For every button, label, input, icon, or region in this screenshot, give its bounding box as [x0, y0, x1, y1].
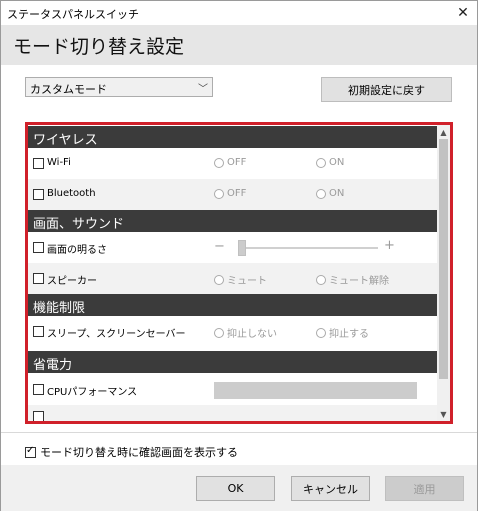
- speaker-mute-label: ミュート: [227, 276, 267, 287]
- settings-panel: ワイヤレス Wi-Fi OFF ON Bluetooth OFF ON 画面、サ…: [25, 122, 453, 424]
- slider-track: [238, 247, 378, 249]
- row-cpu: CPUパフォーマンス: [28, 374, 437, 405]
- row-speaker: スピーカー ミュート ミュート解除: [28, 263, 437, 294]
- sleep-suppress-radio[interactable]: 抑止する: [316, 325, 369, 340]
- slider-thumb[interactable]: [238, 240, 246, 256]
- scroll-down-icon[interactable]: ▼: [437, 407, 450, 421]
- brightness-label: 画面の明るさ: [47, 245, 107, 256]
- section-wireless: ワイヤレス: [28, 126, 437, 148]
- section-restriction: 機能制限: [28, 294, 437, 316]
- row-brightness: 画面の明るさ − +: [28, 232, 437, 263]
- radio-circle-icon: [316, 327, 326, 338]
- divider: [1, 432, 477, 433]
- page-header: モード切り替え設定: [1, 25, 477, 65]
- footer: OK キャンセル 適用: [1, 465, 477, 511]
- settings-window: ステータスパネルスイッチ ✕ モード切り替え設定 カスタムモード ﹀ 初期設定に…: [0, 0, 478, 511]
- chevron-down-icon: ﹀: [198, 84, 208, 95]
- window-title: ステータスパネルスイッチ: [7, 8, 139, 21]
- wifi-off-label: OFF: [227, 157, 247, 168]
- bluetooth-off-radio[interactable]: OFF: [214, 188, 246, 199]
- scroll-thumb[interactable]: [439, 139, 448, 379]
- sleep-label: スリープ、スクリーンセーバー: [47, 329, 186, 340]
- speaker-unmute-radio[interactable]: ミュート解除: [316, 272, 389, 287]
- wifi-off-radio[interactable]: OFF: [214, 157, 246, 168]
- ok-button[interactable]: OK: [196, 476, 275, 501]
- vertical-scrollbar[interactable]: ▲ ▼: [437, 125, 450, 421]
- speaker-label: スピーカー: [47, 276, 97, 287]
- partial-checkbox[interactable]: [33, 411, 44, 421]
- settings-list: ワイヤレス Wi-Fi OFF ON Bluetooth OFF ON 画面、サ…: [28, 125, 437, 421]
- row-sleep: スリープ、スクリーンセーバー 抑止しない 抑止する: [28, 316, 437, 347]
- sleep-suppress-label: 抑止する: [329, 329, 369, 340]
- wifi-label: Wi-Fi: [47, 157, 71, 168]
- confirm-option[interactable]: モード切り替え時に確認画面を表示する: [25, 444, 238, 460]
- radio-circle-icon: [316, 188, 326, 199]
- scroll-up-icon[interactable]: ▲: [437, 125, 450, 139]
- row-wifi: Wi-Fi OFF ON: [28, 148, 437, 179]
- radio-circle-icon: [214, 188, 224, 199]
- wifi-on-radio[interactable]: ON: [316, 157, 344, 168]
- page-title: モード切り替え設定: [13, 36, 185, 58]
- radio-circle-icon: [214, 274, 224, 285]
- row-partial: [28, 405, 437, 421]
- close-icon[interactable]: ✕: [449, 1, 477, 25]
- sleep-allow-radio[interactable]: 抑止しない: [214, 325, 277, 340]
- mode-select-value: カスタムモード: [30, 83, 107, 96]
- section-display-sound: 画面、サウンド: [28, 210, 437, 232]
- apply-button[interactable]: 適用: [385, 476, 464, 501]
- speaker-checkbox[interactable]: [33, 273, 44, 284]
- row-bluetooth: Bluetooth OFF ON: [28, 179, 437, 210]
- bluetooth-checkbox[interactable]: [33, 189, 44, 200]
- brightness-slider[interactable]: − +: [214, 232, 414, 263]
- title-bar: ステータスパネルスイッチ ✕: [1, 1, 477, 25]
- radio-circle-icon: [316, 274, 326, 285]
- section-power: 省電力: [28, 351, 437, 373]
- bluetooth-on-radio[interactable]: ON: [316, 188, 344, 199]
- wifi-checkbox[interactable]: [33, 158, 44, 169]
- radio-circle-icon: [214, 327, 224, 338]
- plus-icon: +: [384, 238, 395, 253]
- radio-circle-icon: [214, 157, 224, 168]
- sleep-allow-label: 抑止しない: [227, 329, 277, 340]
- mode-select[interactable]: カスタムモード ﹀: [25, 77, 213, 97]
- bluetooth-off-label: OFF: [227, 188, 247, 199]
- cpu-performance-select[interactable]: [214, 382, 417, 399]
- wifi-on-label: ON: [329, 157, 345, 168]
- cancel-button[interactable]: キャンセル: [291, 476, 370, 501]
- sleep-checkbox[interactable]: [33, 326, 44, 337]
- brightness-checkbox[interactable]: [33, 242, 44, 253]
- minus-icon: −: [214, 239, 225, 254]
- speaker-mute-radio[interactable]: ミュート: [214, 272, 267, 287]
- reset-defaults-button[interactable]: 初期設定に戻す: [321, 77, 452, 102]
- cpu-checkbox[interactable]: [33, 384, 44, 395]
- bluetooth-on-label: ON: [329, 188, 345, 199]
- cpu-label: CPUパフォーマンス: [47, 387, 138, 398]
- bluetooth-label: Bluetooth: [47, 188, 96, 199]
- radio-circle-icon: [316, 157, 326, 168]
- confirm-label: モード切り替え時に確認画面を表示する: [40, 446, 238, 459]
- confirm-checkbox[interactable]: [25, 445, 36, 458]
- speaker-unmute-label: ミュート解除: [329, 276, 389, 287]
